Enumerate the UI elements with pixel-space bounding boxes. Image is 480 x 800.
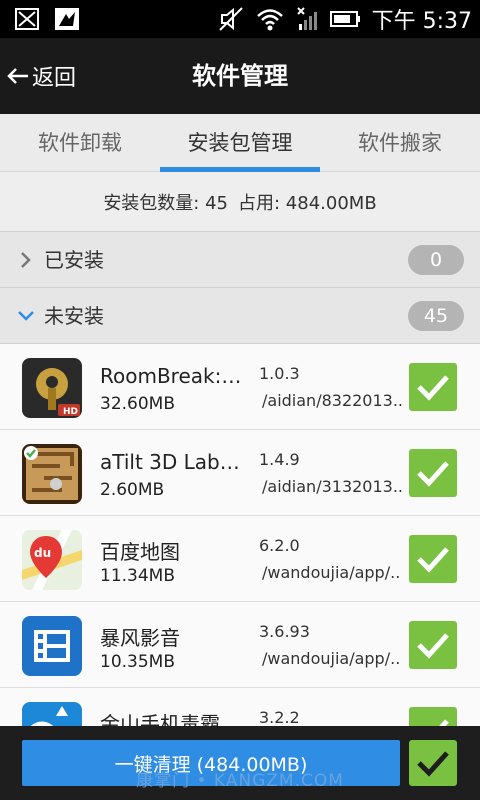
app-version: 1.4.9 <box>259 450 300 469</box>
group-installed[interactable]: 已安装 0 <box>0 232 480 288</box>
baofeng-player-icon <box>22 616 82 676</box>
group-not-installed-count: 45 <box>408 301 464 331</box>
app-name: aTilt 3D Labyri.. <box>100 450 250 474</box>
mute-icon <box>218 7 243 31</box>
atilt-labyrinth-icon <box>22 444 82 504</box>
package-list[interactable]: HD RoomBreak:Es.. 32.60MB 1.0.3 /aidian/… <box>0 344 480 726</box>
checkmark-icon <box>417 461 449 487</box>
group-installed-count: 0 <box>408 245 464 275</box>
app-version: 1.0.3 <box>259 364 300 383</box>
group-not-installed[interactable]: 未安装 45 <box>0 288 480 344</box>
usb-debug-icon <box>15 8 39 30</box>
package-usage: 占用: 484.00MB <box>238 192 377 214</box>
package-count: 安装包数量: 45 <box>103 192 229 214</box>
bottom-bar: 一键清理 (484.00MB) <box>0 726 480 800</box>
checkmark-icon <box>417 375 449 401</box>
bird-notification-icon <box>55 8 79 30</box>
tab-bar: 软件卸载 安装包管理 软件搬家 <box>0 114 480 172</box>
app-version: 3.6.93 <box>259 622 310 641</box>
list-item[interactable]: 暴风影音 10.35MB 3.6.93 /wandoujia/app/.. <box>0 602 480 688</box>
roombreak-icon: HD <box>22 358 82 418</box>
app-path: /aidian/8322013.. <box>262 391 404 410</box>
checkmark-icon <box>417 547 449 573</box>
app-name: RoomBreak:Es.. <box>100 364 250 388</box>
group-installed-label: 已安装 <box>44 248 104 272</box>
app-checkbox[interactable] <box>409 707 457 726</box>
kingsoft-antivirus-icon <box>22 702 82 726</box>
arrow-left-icon <box>7 68 28 84</box>
app-name: 金山手机毒霸 <box>100 712 220 726</box>
app-path: /wandoujia/app/.. <box>262 649 401 668</box>
baidu-map-icon: du <box>22 530 82 590</box>
package-summary: 安装包数量: 45 占用: 484.00MB <box>0 172 480 232</box>
tab-app-move[interactable]: 软件搬家 <box>320 114 480 172</box>
svg-text:du: du <box>34 546 51 560</box>
checkmark-icon <box>439 719 449 726</box>
one-click-clean-button[interactable]: 一键清理 (484.00MB) <box>22 740 400 786</box>
app-version: 3.2.2 <box>259 708 300 726</box>
tab-package-management[interactable]: 安装包管理 <box>160 114 320 172</box>
wifi-icon <box>256 9 283 31</box>
select-all-checkbox[interactable] <box>409 740 457 786</box>
checkmark-icon <box>417 751 449 777</box>
signal-icon <box>296 7 317 30</box>
chevron-down-icon <box>18 311 34 321</box>
app-size: 32.60MB <box>100 394 175 414</box>
battery-icon <box>329 11 360 27</box>
status-right-icons: 下午 5:37 <box>218 4 472 34</box>
status-time: 下午 5:37 <box>371 9 472 34</box>
svg-text:HD: HD <box>63 407 78 417</box>
app-path: /aidian/3132013.. <box>262 477 404 496</box>
chevron-right-icon <box>21 252 31 268</box>
status-left-icons <box>14 6 80 32</box>
app-checkbox[interactable] <box>409 363 457 411</box>
app-size: 2.60MB <box>100 480 165 500</box>
list-item[interactable]: aTilt 3D Labyri.. 2.60MB 1.4.9 /aidian/3… <box>0 430 480 516</box>
list-item[interactable]: du 百度地图 11.34MB 6.2.0 /wandoujia/app/.. <box>0 516 480 602</box>
back-label: 返回 <box>32 66 77 91</box>
title-bar: 返回 软件管理 <box>0 38 480 114</box>
app-checkbox[interactable] <box>409 449 457 497</box>
list-item[interactable]: 金山手机毒霸 3.2.2 <box>0 688 480 726</box>
app-name: 百度地图 <box>100 540 180 564</box>
app-size: 10.35MB <box>100 652 175 672</box>
app-checkbox[interactable] <box>409 535 457 583</box>
app-version: 6.2.0 <box>259 536 300 555</box>
app-size: 11.34MB <box>100 566 175 586</box>
back-button[interactable]: 返回 <box>6 56 76 96</box>
checkmark-icon <box>417 633 449 659</box>
app-path: /wandoujia/app/.. <box>262 563 401 582</box>
list-item[interactable]: HD RoomBreak:Es.. 32.60MB 1.0.3 /aidian/… <box>0 344 480 430</box>
group-not-installed-label: 未安装 <box>44 304 104 328</box>
app-name: 暴风影音 <box>100 626 180 650</box>
app-checkbox[interactable] <box>409 621 457 669</box>
tab-uninstall[interactable]: 软件卸载 <box>0 114 160 172</box>
status-bar: 下午 5:37 <box>0 0 480 38</box>
